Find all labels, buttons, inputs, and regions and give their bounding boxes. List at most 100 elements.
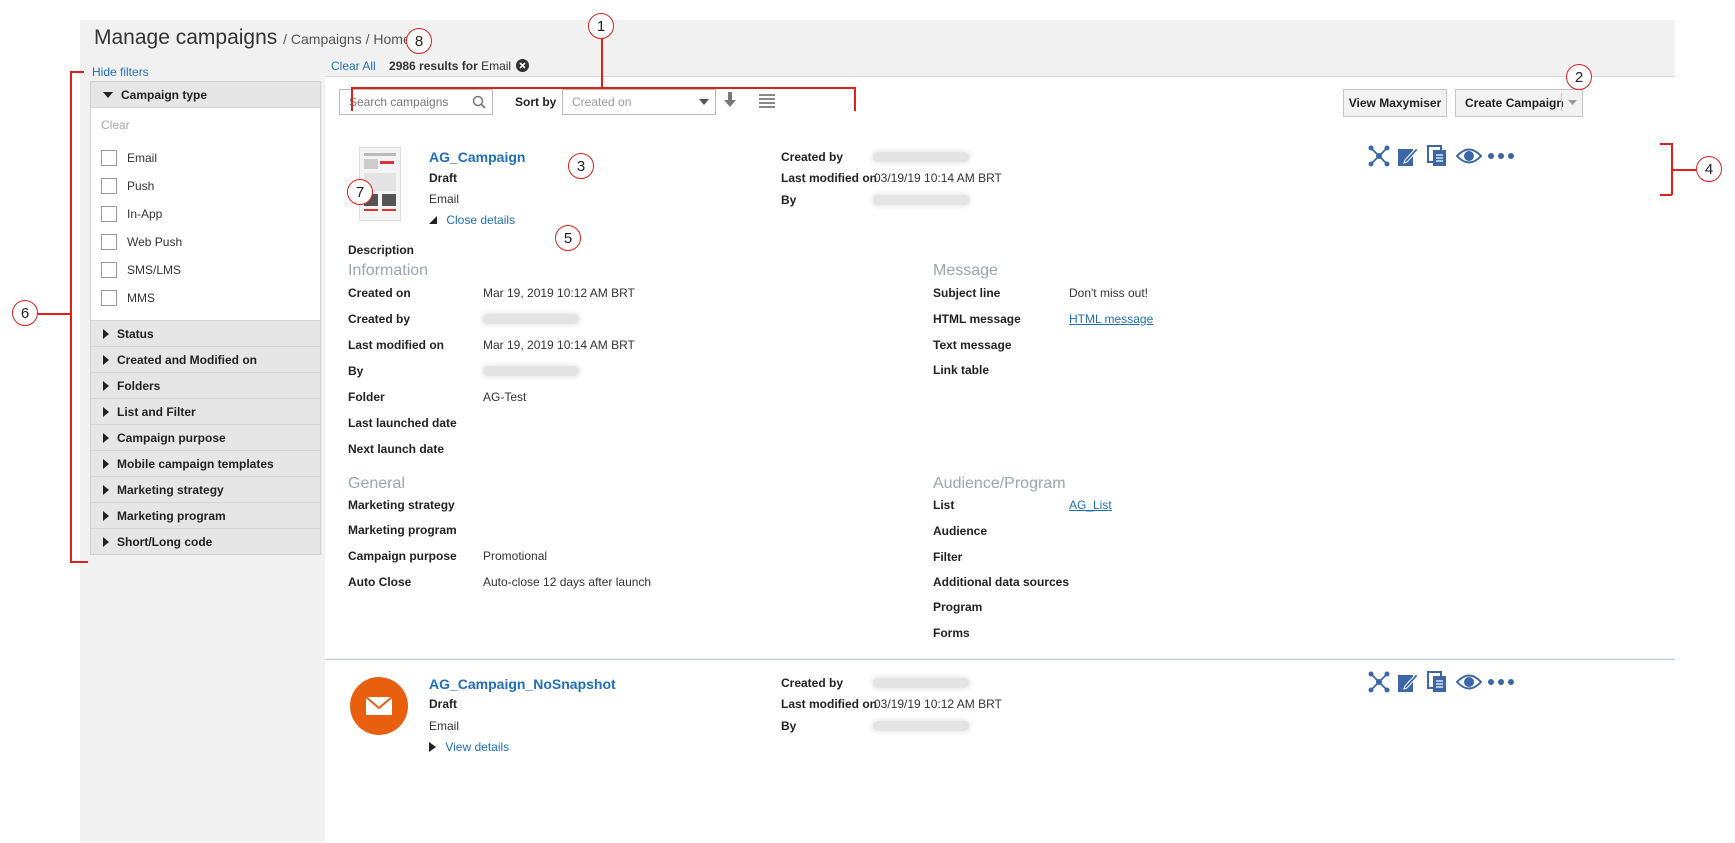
- filter-option-push[interactable]: Push: [91, 172, 320, 200]
- general-label: Auto Close: [348, 575, 412, 589]
- filter-section-status[interactable]: Status: [91, 321, 320, 347]
- filter-section-list-filter[interactable]: List and Filter: [91, 399, 320, 425]
- filter-option-email[interactable]: Email: [91, 144, 320, 172]
- filter-option-sms-lms[interactable]: SMS/LMS: [91, 256, 320, 284]
- last-modified-value: 03/19/19 10:12 AM BRT: [874, 697, 1002, 711]
- clear-filter-link[interactable]: Clear: [91, 118, 320, 144]
- campaign-card: AG_Campaign Draft Email Close details Cr…: [325, 133, 1675, 658]
- filter-section-short-long-code[interactable]: Short/Long code: [91, 529, 320, 554]
- chevron-down-icon[interactable]: [1568, 100, 1577, 105]
- filter-section-label: Campaign type: [121, 87, 208, 102]
- edit-icon[interactable]: [1397, 145, 1419, 167]
- audience-label: Forms: [933, 626, 970, 640]
- filter-section-campaign-type[interactable]: Campaign type: [91, 82, 320, 108]
- caret-right-icon: [103, 328, 109, 339]
- filter-section-campaign-purpose[interactable]: Campaign purpose: [91, 425, 320, 451]
- filter-option-in-app[interactable]: In-App: [91, 200, 320, 228]
- more-actions-icon[interactable]: [1487, 671, 1515, 693]
- html-message-link[interactable]: HTML message: [1069, 312, 1153, 326]
- caret-right-icon: [103, 432, 109, 443]
- redacted-value: [873, 195, 969, 205]
- checkbox[interactable]: [101, 206, 117, 222]
- callout-line: [1671, 169, 1696, 171]
- search-placeholder: Search campaigns: [349, 95, 449, 109]
- sort-direction-icon[interactable]: [723, 92, 737, 108]
- redacted-value: [873, 678, 969, 688]
- page-header: Manage campaigns / Campaigns / Home: [94, 26, 411, 50]
- close-details-toggle[interactable]: Close details: [429, 213, 515, 227]
- copy-icon[interactable]: [1426, 671, 1448, 693]
- message-label: Subject line: [933, 286, 1001, 300]
- filter-section-label: Short/Long code: [117, 534, 213, 549]
- sort-value: Created on: [572, 95, 632, 109]
- information-section-title: Information: [348, 262, 429, 279]
- edit-icon[interactable]: [1397, 671, 1419, 693]
- sort-select[interactable]: Created on: [562, 89, 716, 115]
- filter-section-created-modified[interactable]: Created and Modified on: [91, 347, 320, 373]
- breadcrumb[interactable]: / Campaigns / Home: [283, 31, 411, 47]
- checkbox[interactable]: [101, 150, 117, 166]
- campaign-title-link[interactable]: AG_Campaign_NoSnapshot: [429, 676, 616, 692]
- filter-section-label: Marketing strategy: [117, 482, 224, 497]
- campaign-card: AG_Campaign_NoSnapshot Draft Email View …: [325, 659, 1675, 843]
- program-canvas-icon[interactable]: [1368, 671, 1390, 693]
- filter-section-marketing-strategy[interactable]: Marketing strategy: [91, 477, 320, 503]
- campaign-channel: Email: [429, 719, 460, 733]
- filter-section-label: Mobile campaign templates: [117, 456, 274, 471]
- info-label: Created by: [348, 312, 411, 326]
- caret-right-icon: [429, 742, 436, 752]
- callout-line: [351, 87, 855, 89]
- app-frame: Manage campaigns / Campaigns / Home Hide…: [80, 20, 1675, 843]
- checkbox[interactable]: [101, 290, 117, 306]
- filter-option-web-push[interactable]: Web Push: [91, 228, 320, 256]
- option-label: In-App: [127, 207, 163, 221]
- chevron-down-icon: [699, 99, 709, 105]
- checkbox[interactable]: [101, 234, 117, 250]
- general-label: Marketing strategy: [348, 498, 455, 512]
- hide-filters-link[interactable]: Hide filters: [92, 65, 149, 79]
- last-modified-label: Last modified on: [781, 171, 877, 185]
- list-link[interactable]: AG_List: [1069, 498, 1112, 512]
- filter-option-mms[interactable]: MMS: [91, 284, 320, 312]
- results-summary: 2986 results for: [389, 59, 478, 73]
- caret-right-icon: [103, 406, 109, 417]
- view-details-toggle[interactable]: View details: [429, 740, 509, 754]
- search-icon[interactable]: [472, 95, 486, 109]
- toggle-label: Close details: [446, 213, 516, 227]
- split-divider: [1561, 93, 1562, 111]
- audience-label: Program: [933, 600, 983, 614]
- caret-right-icon: [103, 510, 109, 521]
- caret-down-icon: [429, 216, 437, 224]
- info-value: Mar 19, 2019 10:14 AM BRT: [483, 338, 635, 352]
- annotation-2: 2: [1566, 64, 1592, 90]
- remove-filter-icon[interactable]: [516, 59, 530, 72]
- filter-section-label: Marketing program: [117, 508, 226, 523]
- email-channel-icon[interactable]: [350, 677, 408, 735]
- search-input[interactable]: Search campaigns: [339, 89, 493, 115]
- campaign-title-link[interactable]: AG_Campaign: [429, 149, 525, 165]
- redacted-value: [483, 366, 579, 376]
- view-maxymiser-button[interactable]: View Maxymiser: [1343, 89, 1447, 117]
- list-view-icon[interactable]: [759, 94, 775, 108]
- sort-label: Sort by: [515, 95, 557, 109]
- filter-section-folders[interactable]: Folders: [91, 373, 320, 399]
- general-label: Campaign purpose: [348, 549, 457, 563]
- more-actions-icon[interactable]: [1487, 145, 1515, 167]
- filter-section-label: Campaign purpose: [117, 430, 226, 445]
- filter-section-mobile-templates[interactable]: Mobile campaign templates: [91, 451, 320, 477]
- toggle-label: View details: [445, 740, 510, 754]
- preview-eye-icon[interactable]: [1456, 145, 1482, 167]
- by-label: By: [781, 193, 797, 207]
- caret-right-icon: [103, 536, 109, 547]
- general-section-title: General: [348, 475, 405, 492]
- clear-all-link[interactable]: Clear All: [331, 59, 376, 73]
- checkbox[interactable]: [101, 178, 117, 194]
- create-campaign-button[interactable]: Create Campaign: [1455, 89, 1583, 117]
- copy-icon[interactable]: [1426, 145, 1448, 167]
- filter-section-marketing-program[interactable]: Marketing program: [91, 503, 320, 529]
- info-label: Created on: [348, 286, 411, 300]
- program-canvas-icon[interactable]: [1368, 145, 1390, 167]
- preview-eye-icon[interactable]: [1456, 671, 1482, 693]
- audience-section-title: Audience/Program: [933, 475, 1066, 492]
- checkbox[interactable]: [101, 262, 117, 278]
